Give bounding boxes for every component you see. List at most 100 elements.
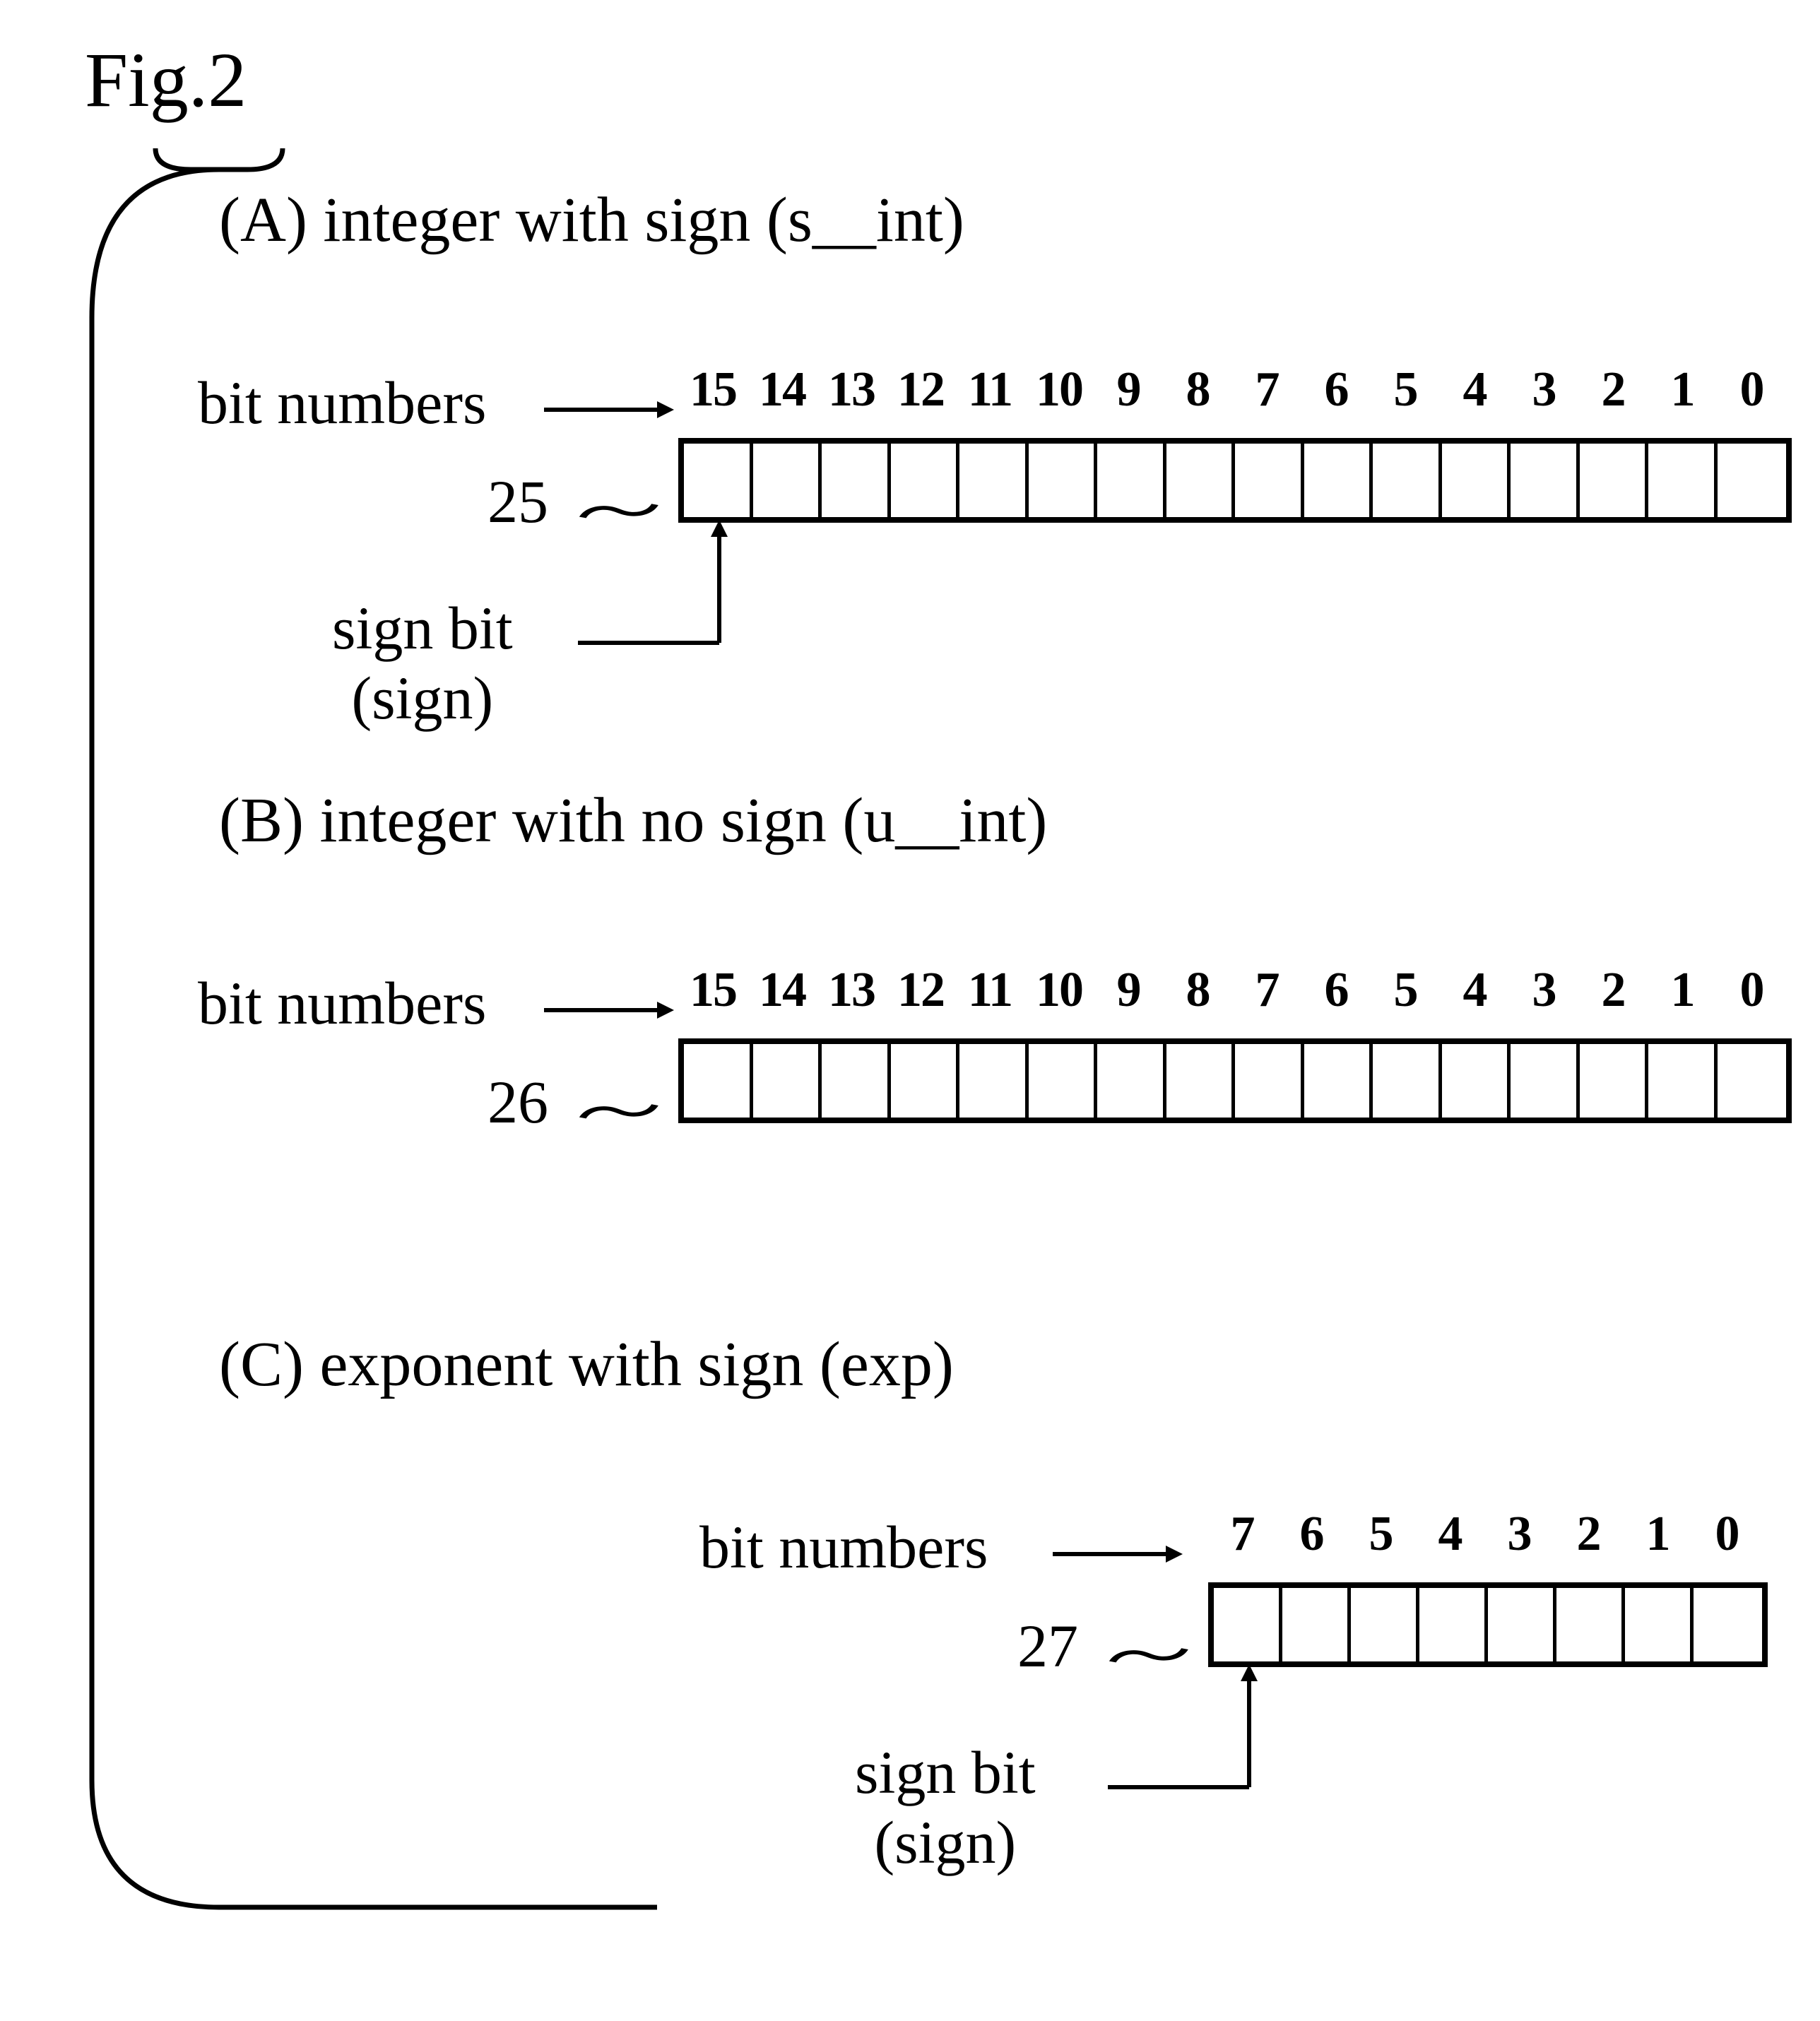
bit-number: 7 (1232, 362, 1301, 418)
bit-number: 6 (1301, 962, 1371, 1019)
bit-cell (1029, 444, 1098, 517)
bit-number: 4 (1416, 1506, 1485, 1563)
sign-bit-line1: sign bit (332, 594, 513, 662)
bit-number: 11 (955, 962, 1024, 1019)
bit-number: 14 (748, 962, 817, 1019)
bit-number: 5 (1347, 1506, 1416, 1563)
bit-number: 12 (886, 962, 955, 1019)
bit-number: 0 (1717, 362, 1786, 418)
bit-number: 7 (1232, 962, 1301, 1019)
bit-number: 4 (1440, 362, 1509, 418)
bit-cell (1419, 1588, 1488, 1661)
bit-number: 3 (1509, 962, 1578, 1019)
bit-cell (1214, 1588, 1282, 1661)
bit-numbers-label-b: bit numbers (198, 968, 486, 1038)
bit-cell (1648, 1044, 1718, 1118)
bit-number: 15 (678, 362, 748, 418)
bit-cell (891, 1044, 960, 1118)
bit-cell (1511, 444, 1580, 517)
bit-cell (1556, 1588, 1625, 1661)
bit-number: 4 (1440, 962, 1509, 1019)
bit-number: 9 (1094, 962, 1163, 1019)
bit-number: 10 (1024, 362, 1094, 418)
arrow-up-icon (1235, 1667, 1277, 1805)
bit-cell (1166, 444, 1236, 517)
bit-numbers-row-b: 1514131211109876543210 (678, 962, 1786, 1019)
bit-number: 15 (678, 962, 748, 1019)
bit-number: 3 (1509, 362, 1578, 418)
bit-number: 1 (1624, 1506, 1693, 1563)
bit-cell (1648, 444, 1718, 517)
bit-cell (1373, 444, 1442, 517)
bit-cell (753, 1044, 822, 1118)
bit-cell (1511, 1044, 1580, 1118)
bit-cell (1442, 444, 1511, 517)
figure-title: Fig.2 (85, 35, 247, 125)
bit-cell (1351, 1588, 1419, 1661)
section-a-title: (A) integer with sign (s__int) (219, 184, 964, 256)
arrow-up-icon (705, 523, 748, 660)
bit-cell (1166, 1044, 1236, 1118)
bit-cell (1282, 1588, 1351, 1661)
bit-cell (1718, 1044, 1786, 1118)
bit-number: 2 (1578, 362, 1648, 418)
bit-number: 8 (1163, 962, 1232, 1019)
bit-number: 3 (1485, 1506, 1554, 1563)
bit-number: 2 (1578, 962, 1648, 1019)
section-b-title: (B) integer with no sign (u__int) (219, 784, 1047, 857)
bit-number: 13 (817, 362, 886, 418)
ref-25: 25 (488, 466, 548, 537)
bit-number: 12 (886, 362, 955, 418)
bit-cell (1029, 1044, 1098, 1118)
bit-number: 6 (1277, 1506, 1347, 1563)
sign-bit-label-c: sign bit (sign) (855, 1738, 1036, 1878)
bit-cell (1580, 1044, 1649, 1118)
section-c-title: (C) exponent with sign (exp) (219, 1328, 954, 1401)
bit-cell (1097, 444, 1166, 517)
tilde-icon: 〜 (1093, 1614, 1203, 1693)
bit-cell (1488, 1588, 1556, 1661)
bit-number: 0 (1693, 1506, 1762, 1563)
bit-cell (822, 1044, 891, 1118)
arrow-right-icon (544, 396, 671, 427)
bit-cell (1373, 1044, 1442, 1118)
bit-number: 1 (1648, 362, 1717, 418)
bit-box-b (678, 1038, 1792, 1123)
bit-cell (1625, 1588, 1694, 1661)
sign-bit-label-a: sign bit (sign) (332, 593, 513, 733)
sign-bit-line2: (sign) (875, 1808, 1017, 1876)
bit-numbers-label-a: bit numbers (198, 367, 486, 438)
bit-number: 10 (1024, 962, 1094, 1019)
bit-number: 5 (1371, 962, 1440, 1019)
bit-box-a (678, 438, 1792, 523)
bit-cell (753, 444, 822, 517)
bit-cell (1304, 1044, 1373, 1118)
bit-cell (1304, 444, 1373, 517)
bit-cell (1580, 444, 1649, 517)
arrow-right-icon (1053, 1540, 1180, 1572)
bit-number: 9 (1094, 362, 1163, 418)
arrow-right-icon (544, 996, 671, 1028)
figure-page: Fig.2 (A) integer with sign (s__int) bit… (0, 0, 1820, 2021)
bit-cell (1718, 444, 1786, 517)
ref-27: 27 (1017, 1611, 1078, 1681)
bit-cell (1235, 1044, 1304, 1118)
bit-number: 7 (1208, 1506, 1277, 1563)
bit-numbers-row-c: 76543210 (1208, 1506, 1762, 1563)
bit-box-c (1208, 1582, 1768, 1667)
bit-number: 11 (955, 362, 1024, 418)
bit-number: 13 (817, 962, 886, 1019)
bit-number: 0 (1717, 962, 1786, 1019)
bit-cell (1235, 444, 1304, 517)
bit-cell (959, 444, 1029, 517)
bit-cell (684, 1044, 753, 1118)
bit-cell (959, 1044, 1029, 1118)
bit-cell (822, 444, 891, 517)
bit-cell (1097, 1044, 1166, 1118)
sign-bit-line1: sign bit (855, 1738, 1036, 1806)
bit-number: 1 (1648, 962, 1717, 1019)
bit-number: 2 (1554, 1506, 1624, 1563)
bit-number: 5 (1371, 362, 1440, 418)
bit-cell (1442, 1044, 1511, 1118)
bit-numbers-label-c: bit numbers (699, 1512, 988, 1582)
